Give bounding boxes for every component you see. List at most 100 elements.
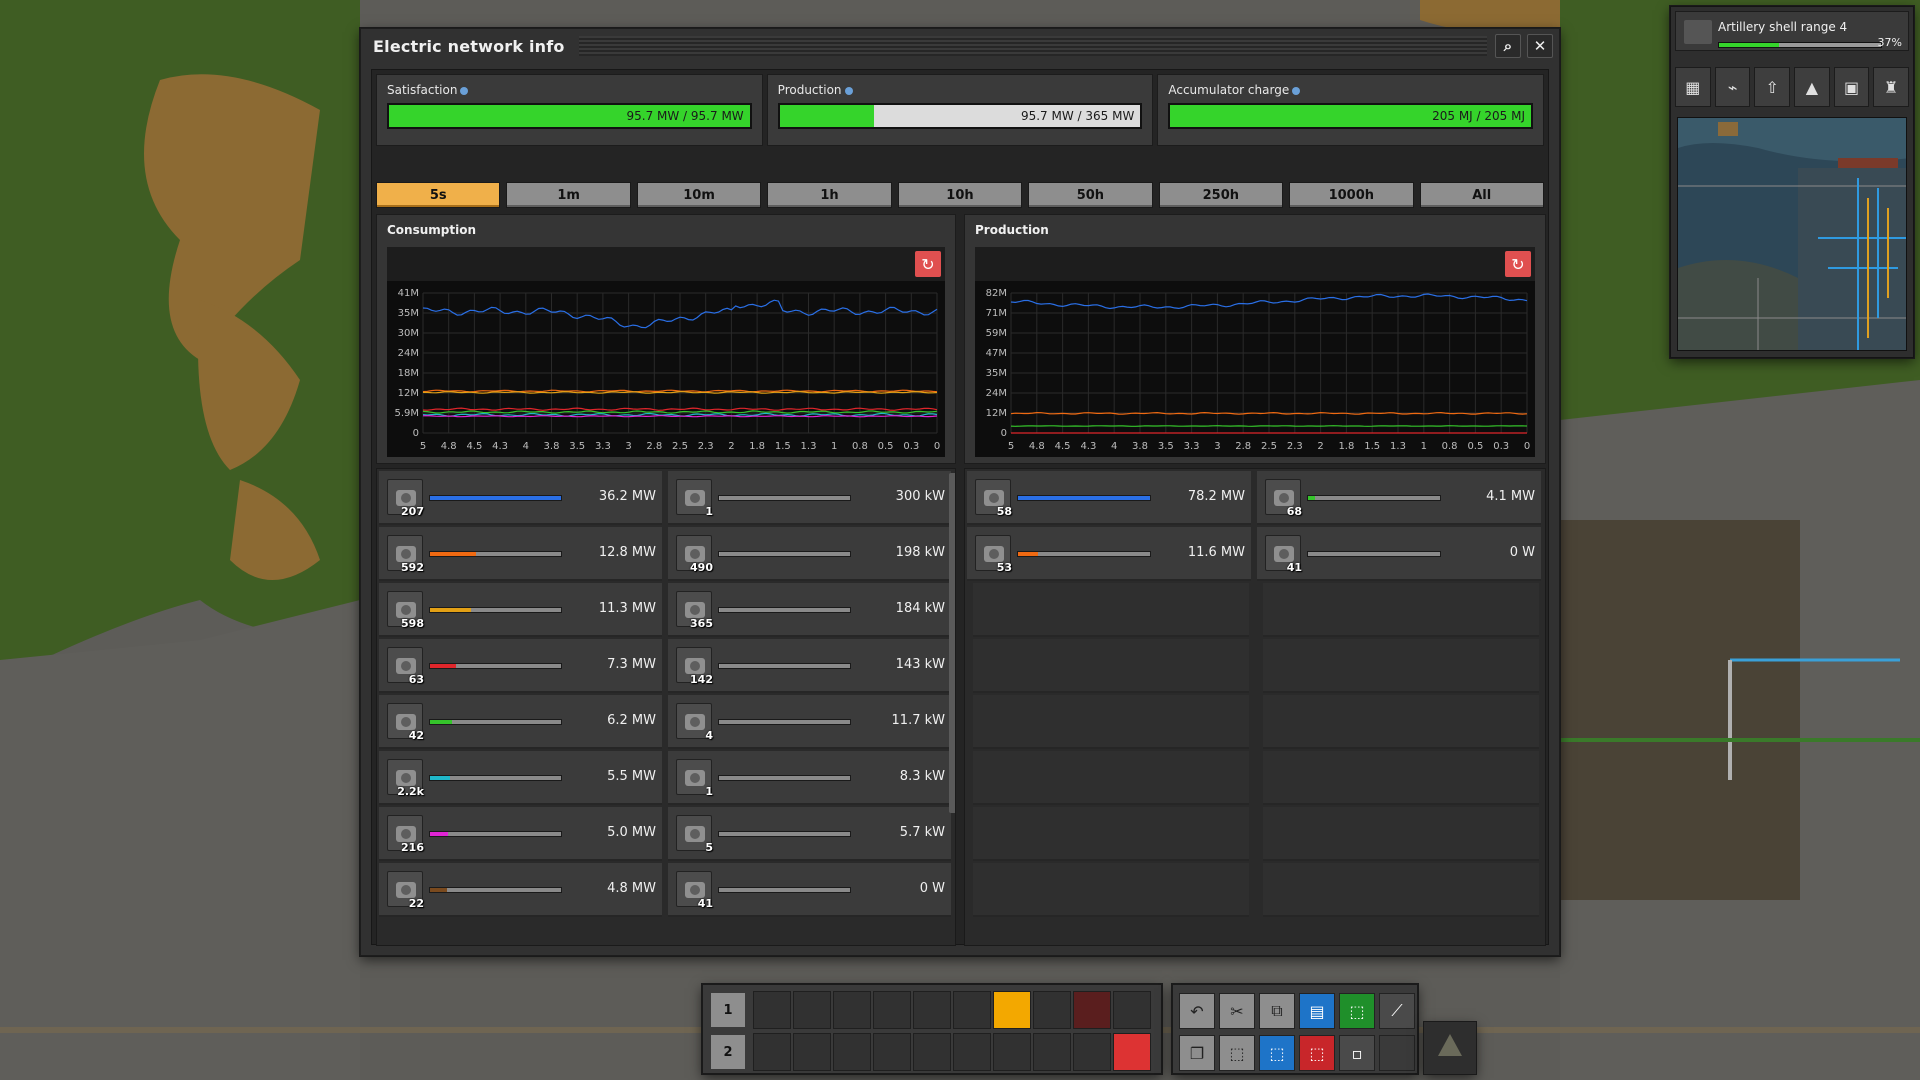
blueprint-book-button[interactable]: ▤ [1299, 993, 1335, 1029]
quickbar-slot[interactable] [1113, 991, 1151, 1029]
close-button[interactable]: ✕ [1527, 34, 1553, 58]
blueprint-button[interactable]: ⬚ [1219, 1035, 1255, 1071]
usage-bar [718, 831, 851, 837]
list-item[interactable]: 142 143 kW [668, 639, 951, 693]
empty-row [1263, 863, 1539, 917]
list-item[interactable]: 598 11.3 MW [379, 583, 662, 637]
list-item[interactable]: 207 36.2 MW [379, 471, 662, 525]
usage-bar [1017, 551, 1151, 557]
satisfaction-box: Satisfaction 95.7 MW / 95.7 MW [376, 74, 763, 146]
usage-bar [718, 607, 851, 613]
reset-production-button[interactable]: ↻ [1505, 251, 1531, 277]
consumption-scrollbar[interactable] [949, 473, 955, 813]
search-button[interactable]: ⌕ [1495, 34, 1521, 58]
quickbar-slot[interactable] [1073, 1033, 1111, 1071]
map-button[interactable]: ▦ [1675, 67, 1711, 107]
info-icon[interactable] [460, 86, 469, 95]
consumption-list[interactable]: 207 36.2 MW 592 12.8 MW 598 11.3 MW 63 7.3 MW 42… [376, 468, 956, 946]
reset-consumption-button[interactable]: ↻ [915, 251, 941, 277]
x-tick-label: 0.5 [1467, 441, 1483, 452]
lock-button[interactable]: ▫ [1339, 1035, 1375, 1071]
production-button[interactable]: ⇧ [1754, 67, 1791, 107]
info-icon[interactable] [844, 86, 853, 95]
list-item[interactable]: 42 6.2 MW [379, 695, 662, 749]
empty-row [973, 807, 1249, 861]
copy-button[interactable]: ⧉ [1259, 993, 1295, 1029]
quickbar-slot[interactable] [953, 1033, 991, 1071]
list-item[interactable]: 365 184 kW [668, 583, 951, 637]
list-item[interactable]: 58 78.2 MW [967, 471, 1251, 525]
title-bar[interactable]: Electric network info ⌕ ✕ [361, 29, 1559, 63]
achievements-button[interactable]: ♜ [1873, 67, 1910, 107]
list-item[interactable]: 490 198 kW [668, 527, 951, 581]
item-count: 142 [690, 673, 713, 686]
list-item[interactable]: 22 4.8 MW [379, 863, 662, 917]
tab-1h[interactable]: 1h [767, 182, 892, 208]
quickbar-slot[interactable] [993, 991, 1031, 1029]
quickbar-slot[interactable] [1113, 1033, 1151, 1071]
tab-1000h[interactable]: 1000h [1289, 182, 1414, 208]
quickbar-row-number[interactable]: 1 [711, 993, 745, 1027]
electric-network-window: Electric network info ⌕ ✕ Satisfaction 9… [360, 28, 1560, 956]
trains-button[interactable]: ▣ [1833, 67, 1870, 107]
quickbar-slot[interactable] [833, 991, 871, 1029]
quickbar-slot[interactable] [1033, 1033, 1071, 1071]
tab-10m[interactable]: 10m [636, 182, 762, 208]
quickbar-slot[interactable] [793, 991, 831, 1029]
tab-10h[interactable]: 10h [897, 182, 1023, 208]
list-item[interactable]: 216 5.0 MW [379, 807, 662, 861]
quickbar-slot[interactable] [793, 1033, 831, 1071]
list-item[interactable]: 41 0 W [668, 863, 951, 917]
list-item[interactable]: 63 7.3 MW [379, 639, 662, 693]
list-item[interactable]: 5 5.7 kW [668, 807, 951, 861]
cancel-deconstruct-button[interactable]: ⬚ [1299, 1035, 1335, 1071]
quickbar-slot[interactable] [993, 1033, 1031, 1071]
empty-row [973, 639, 1249, 693]
minimap[interactable] [1677, 117, 1907, 351]
quickbar-slot[interactable] [873, 1033, 911, 1071]
production-list[interactable]: 58 78.2 MW 53 11.6 MW 68 4.1 MW 41 0 W [964, 468, 1546, 946]
quickbar-slot[interactable] [913, 991, 951, 1029]
list-item[interactable]: 2.2k 5.5 MW [379, 751, 662, 805]
tab-all[interactable]: All [1419, 182, 1544, 208]
quickbar-slot[interactable] [1033, 991, 1071, 1029]
list-item[interactable]: 53 11.6 MW [967, 527, 1251, 581]
drag-handle[interactable] [578, 36, 1487, 56]
quickbar-slot[interactable] [753, 1033, 791, 1071]
wire-button[interactable]: ⟋ [1379, 993, 1415, 1029]
alert-button[interactable] [1424, 1022, 1476, 1074]
list-item[interactable]: 4 11.7 kW [668, 695, 951, 749]
empty-button[interactable] [1379, 1035, 1415, 1071]
quickbar-row-number[interactable]: 2 [711, 1035, 745, 1069]
tab-5s[interactable]: 5s [376, 182, 501, 208]
paste-button[interactable]: ❐ [1179, 1035, 1215, 1071]
quickbar-slot[interactable] [1073, 991, 1111, 1029]
tab-50h[interactable]: 50h [1028, 182, 1153, 208]
quickbar-slot[interactable] [833, 1033, 871, 1071]
cut-button[interactable]: ✂ [1219, 993, 1255, 1029]
item-count: 4 [705, 729, 713, 742]
tab-1m[interactable]: 1m [506, 182, 631, 208]
list-item[interactable]: 41 0 W [1257, 527, 1541, 581]
x-tick-label: 3 [625, 441, 631, 452]
research-button[interactable]: ▲ [1794, 67, 1830, 107]
quickbar-slot[interactable] [873, 991, 911, 1029]
quickbar-slot[interactable] [753, 991, 791, 1029]
list-item[interactable]: 592 12.8 MW [379, 527, 662, 581]
undo-button[interactable]: ↶ [1179, 993, 1215, 1029]
stats-row: Satisfaction 95.7 MW / 95.7 MW Productio… [376, 74, 1545, 146]
x-tick-label: 4.3 [1080, 441, 1096, 452]
list-item[interactable]: 1 8.3 kW [668, 751, 951, 805]
list-item[interactable]: 68 4.1 MW [1257, 471, 1541, 525]
tab-250h[interactable]: 250h [1158, 182, 1284, 208]
info-icon[interactable] [1292, 86, 1301, 95]
list-item[interactable]: 1 300 kW [668, 471, 951, 525]
power-value: 5.5 MW [607, 769, 656, 784]
deconstruct-button[interactable]: ⬚ [1259, 1035, 1295, 1071]
research-progress[interactable]: Artillery shell range 4 37% [1675, 11, 1909, 51]
y-tick-label: 24M [398, 348, 419, 359]
quickbar-slot[interactable] [953, 991, 991, 1029]
stats-button[interactable]: ⌁ [1714, 67, 1751, 107]
upgrade-button[interactable]: ⬚ [1339, 993, 1375, 1029]
quickbar-slot[interactable] [913, 1033, 951, 1071]
